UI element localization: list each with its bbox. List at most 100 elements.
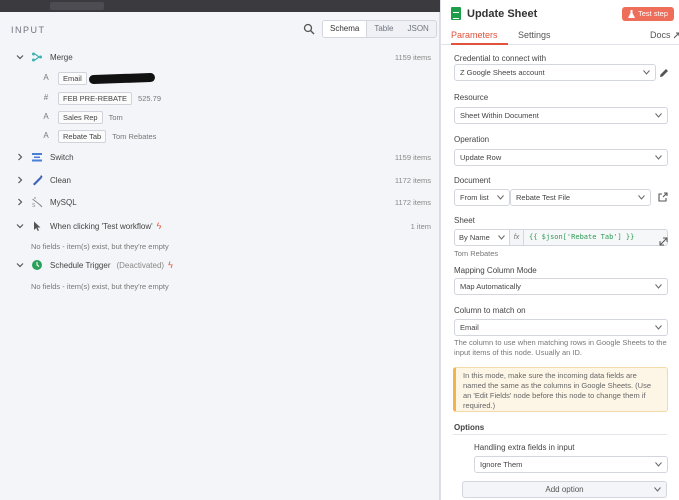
add-option-button[interactable]: Add option [462,481,667,498]
field-names-notice: In this mode, make sure the incoming dat… [453,367,668,412]
chevron-down-icon [643,70,650,75]
pointer-icon [30,219,44,233]
field-value: 525.79 [138,93,161,103]
tab-table[interactable]: Table [367,21,400,37]
chevron-down-icon[interactable] [16,222,24,230]
field-value: Tom [108,112,123,122]
item-count: 1159 items [394,52,431,62]
field-name[interactable]: Rebate Tab [58,129,107,143]
field-name[interactable]: Sales Rep [58,110,103,124]
docs-link[interactable]: Docs [650,30,671,40]
node-parameters-panel: Update Sheet Test step Parameters Settin… [440,0,679,500]
clean-icon [30,173,44,187]
bolt-icon: ϟ [168,260,173,270]
field-row: # FEB PRE-REBATE 525.79 [40,90,161,106]
string-type-icon: A [43,112,49,121]
chevron-right-icon[interactable] [16,176,24,184]
field-row: A Rebate Tab Tom Rebates [40,128,156,144]
extra-fields-value: Ignore Them [480,460,523,469]
item-count: 1172 items [394,175,431,185]
google-sheets-icon [451,7,461,20]
node-title[interactable]: Update Sheet [467,8,537,20]
field-name[interactable]: Email [58,71,87,85]
view-switch: Schema Table JSON [322,20,437,38]
node-row-manual-trigger[interactable]: When clicking 'Test workflow' ϟ 1 item [0,218,440,234]
options-divider [453,434,667,435]
node-row-merge[interactable]: Merge 1159 items [0,49,440,65]
document-value: Rebate Test File [516,193,571,202]
sheet-resolved-value: Tom Rebates [454,249,499,258]
external-link-icon[interactable] [674,31,679,39]
empty-note: No fields - item(s) exist, but they're e… [31,282,169,291]
chevron-down-icon[interactable] [16,261,24,269]
resource-label: Resource [454,93,489,102]
test-step-button[interactable]: Test step [622,7,675,21]
node-name: Switch [50,152,74,162]
mapping-mode-value: Map Automatically [460,282,521,291]
field-name[interactable]: FEB PRE-REBATE [58,91,133,105]
add-option-label: Add option [545,485,584,494]
chevron-down-icon [655,462,662,467]
node-row-switch[interactable]: Switch 1159 items [0,149,440,165]
item-count: 1 item [410,221,431,231]
item-count: 1172 items [394,197,431,207]
search-icon[interactable] [303,23,315,35]
sheet-expression-input[interactable]: {{ $json['Rebate Tab'] }} [524,229,668,246]
flask-icon [628,10,635,18]
tab-json[interactable]: JSON [400,21,435,37]
tab-parameters[interactable]: Parameters [451,30,498,40]
node-name: Merge [50,52,73,62]
sheet-mode-select[interactable]: By Name [454,229,510,246]
field-row: A Sales Rep Tom [40,109,123,125]
test-step-label: Test step [638,9,669,18]
resource-value: Sheet Within Document [460,111,539,120]
node-row-mysql[interactable]: S MySQL 1172 items [0,194,440,210]
fx-badge: fx [510,229,524,246]
active-tab-indicator [451,43,508,45]
document-select[interactable]: Rebate Test File [510,189,651,206]
field-row: A Email [40,70,155,86]
sheet-mode-value: By Name [459,233,490,242]
extra-fields-label: Handling extra fields in input [474,443,575,452]
chevron-down-icon[interactable] [16,53,24,61]
clock-icon [30,258,44,272]
mapping-mode-select[interactable]: Map Automatically [454,278,668,295]
options-label: Options [454,423,485,432]
node-name: When clicking 'Test workflow' ϟ [50,221,161,231]
credential-value: Z Google Sheets account [460,68,545,77]
credential-label: Credential to connect with [454,54,547,63]
match-column-select[interactable]: Email [454,319,668,336]
svg-text:S: S [32,203,36,208]
chevron-down-icon [655,155,662,160]
switch-icon [30,150,44,164]
operation-select[interactable]: Update Row [454,149,668,166]
chevron-down-icon [655,113,662,118]
chevron-down-icon [655,284,662,289]
mapping-mode-label: Mapping Column Mode [454,266,537,275]
operation-value: Update Row [460,153,502,162]
tab-schema[interactable]: Schema [323,21,368,37]
merge-icon [30,50,44,64]
resource-select[interactable]: Sheet Within Document [454,107,668,124]
tab-settings[interactable]: Settings [518,30,551,40]
node-row-clean[interactable]: Clean 1172 items [0,172,440,188]
credential-select[interactable]: Z Google Sheets account [454,64,656,81]
pencil-icon[interactable] [659,68,669,78]
chevron-down-icon [655,325,662,330]
node-name: Schedule Trigger (Deactivated) ϟ [50,260,173,270]
chevron-right-icon[interactable] [16,153,24,161]
extra-fields-select[interactable]: Ignore Them [474,456,668,473]
chevron-down-icon [638,195,645,200]
external-link-icon[interactable] [658,192,668,202]
sheet-label: Sheet [454,216,475,225]
field-value: Tom Rebates [112,131,157,141]
chevron-down-icon [654,487,661,492]
panel-tabs: Parameters Settings Docs [441,27,679,45]
chevron-right-icon[interactable] [16,198,24,206]
empty-note: No fields - item(s) exist, but they're e… [31,242,169,251]
node-name: Clean [50,175,71,185]
expand-icon[interactable] [659,237,668,246]
document-mode-select[interactable]: From list [454,189,510,206]
node-row-schedule-trigger[interactable]: Schedule Trigger (Deactivated) ϟ [0,257,440,273]
panel-header: Update Sheet Test step [441,0,679,27]
